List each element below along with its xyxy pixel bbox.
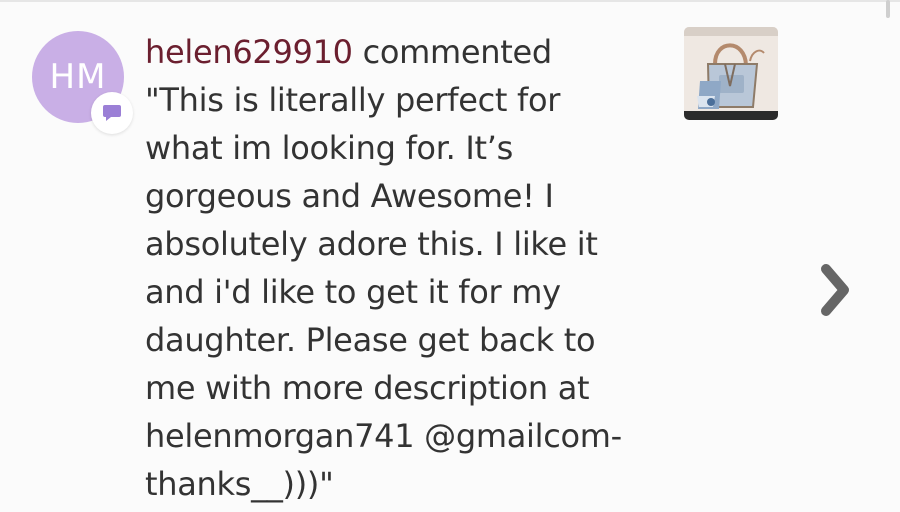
product-image	[684, 27, 778, 120]
comment-line: thanks__)))"	[145, 465, 334, 503]
comment-line: helenmorgan741 @gmailcom-	[145, 417, 622, 455]
product-thumbnail[interactable]	[684, 27, 778, 120]
comment-line: gorgeous and Awesome! I	[145, 177, 554, 215]
comment-line: absolutely adore this. I like it	[145, 225, 598, 263]
action-text: commented	[362, 33, 553, 71]
username[interactable]: helen629910	[145, 33, 353, 71]
notification-message: helen629910 commented "This is literally…	[145, 28, 685, 508]
notification-header: helen629910 commented	[145, 28, 685, 76]
next-button[interactable]	[802, 254, 866, 326]
avatar-initials: HM	[49, 57, 107, 97]
comment-line: what im looking for. It’s	[145, 129, 513, 167]
comment-icon	[103, 105, 121, 121]
comment-badge	[91, 92, 133, 134]
comment-notification[interactable]: HM helen629910 commented "This is litera…	[0, 0, 900, 512]
comment-line: and i'd like to get it for my	[145, 273, 561, 311]
comment-line: me with more description at	[145, 369, 590, 407]
comment-line: "This is literally perfect for	[145, 81, 561, 119]
comment-text: "This is literally perfect for what im l…	[145, 76, 685, 508]
screen: HM helen629910 commented "This is litera…	[0, 0, 900, 512]
chevron-right-icon	[821, 264, 849, 316]
comment-line: daughter. Please get back to	[145, 321, 596, 359]
